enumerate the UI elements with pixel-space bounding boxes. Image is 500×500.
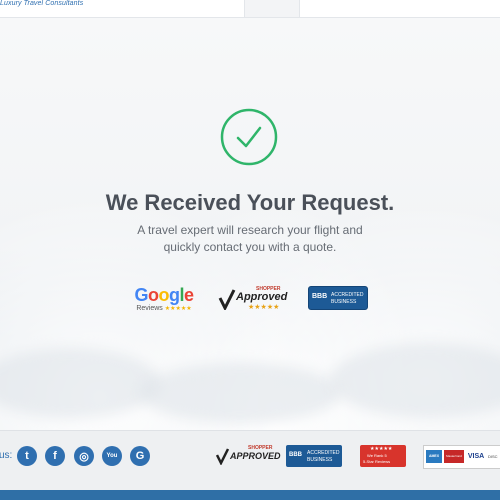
facebook-icon[interactable]: f <box>45 446 65 466</box>
bbb-accredited-badge[interactable]: BBB ACCREDITED BUSINESS <box>308 286 368 310</box>
star-rating-icon: ★★★★★ <box>164 306 192 312</box>
google-reviews-label: Reviews <box>136 305 163 312</box>
instagram-icon[interactable]: ◎ <box>74 446 94 466</box>
checkmark-logo-icon <box>218 289 236 310</box>
bbb-logo: BBB <box>289 452 302 458</box>
approved-label: Approved <box>236 291 288 303</box>
sitejabber-line2: 5-Star Reviews <box>363 459 391 464</box>
confirmation-message: A travel expert will research your fligh… <box>137 223 363 254</box>
mastercard-icon: MasterCard <box>444 450 464 463</box>
footer-shopper-approved-badge[interactable]: SHOPPER APPROVED <box>216 445 281 467</box>
site-header: Luxury Travel Consultants <box>0 0 500 18</box>
approved-label: APPROVED <box>230 451 281 461</box>
youtube-icon[interactable]: You <box>102 446 122 466</box>
shopper-approved-badge[interactable]: SHOPPER Approved ★★★★★ <box>218 286 290 312</box>
checkmark-logo-icon <box>216 448 230 465</box>
bbb-line2: BUSINESS <box>307 457 333 463</box>
success-check-icon <box>220 108 278 166</box>
star-rating-icon: ★★★★★ <box>370 446 393 452</box>
bbb-line1: ACCREDITED <box>307 450 340 456</box>
google-plus-icon[interactable]: G <box>130 446 150 466</box>
star-rating-icon: ★★★★★ <box>248 304 280 311</box>
visa-card-icon: VISA <box>466 450 486 463</box>
brand-tagline: Luxury Travel Consultants <box>0 0 84 7</box>
bbb-logo: BBB <box>312 293 328 300</box>
nav-tab[interactable] <box>244 0 300 17</box>
google-reviews-badge[interactable]: Google Reviews ★★★★★ <box>132 286 196 314</box>
discover-card-icon: DISC <box>488 450 500 463</box>
bbb-line1: ACCREDITED <box>331 292 364 298</box>
page-title: We Received Your Request. <box>105 190 395 215</box>
google-logo: Google <box>134 285 194 305</box>
payment-methods: AMEX MasterCard VISA DISC <box>423 445 500 469</box>
twitter-icon[interactable]: t <box>17 446 37 466</box>
bbb-line2: BUSINESS <box>331 299 357 305</box>
footer-bbb-badge[interactable]: BBB ACCREDITED BUSINESS <box>286 445 342 467</box>
amex-card-icon: AMEX <box>426 450 442 463</box>
sitejabber-line1: We Rank 5 <box>367 453 387 458</box>
site-footer: us: t f ◎ You G SHOPPER APPROVED BBB ACC… <box>0 430 500 491</box>
sitejabber-badge[interactable]: ★★★★★ We Rank 5 5-Star Reviews <box>360 445 406 467</box>
bottom-bar <box>0 490 500 500</box>
follow-label: us: <box>0 450 13 461</box>
